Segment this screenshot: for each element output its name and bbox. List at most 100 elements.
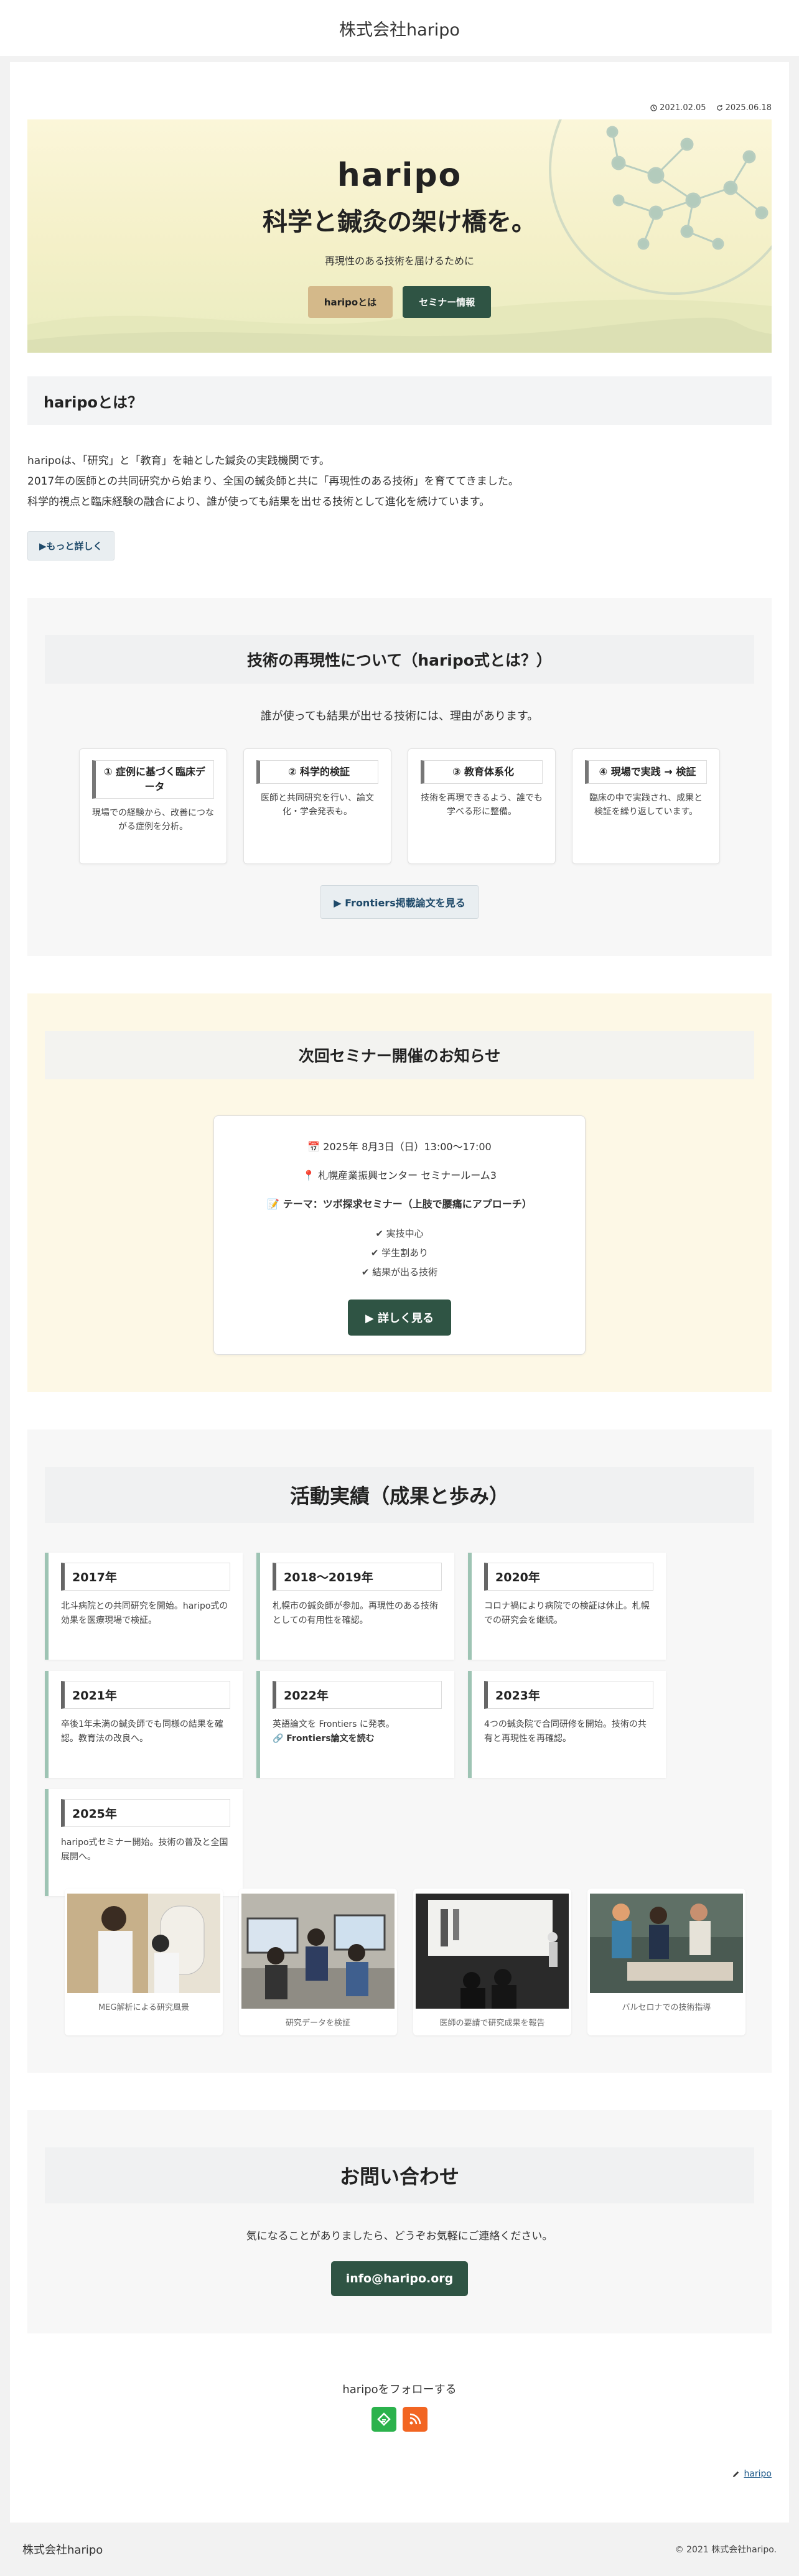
site-header: 株式会社haripo — [0, 0, 799, 56]
photo-caption: MEG解析による研究風景 — [98, 2003, 190, 2012]
tech-card: ① 症例に基づく臨床データ 現場での経験から、改善につながる症例を分析。 — [79, 748, 227, 864]
about-text: haripoは、「研究」と「教育」を軸とした鍼灸の実践機関です。 2017年の医… — [27, 451, 772, 513]
photo-caption: バルセロナでの技術指導 — [622, 2003, 711, 2012]
history-card: 2021年 卒後1年未満の鍼灸師でも同様の結果を確認。教育法の改良へ。 — [45, 1671, 243, 1778]
history-body: 卒後1年未満の鍼灸師でも同様の結果を確認。教育法の改良へ。 — [61, 1719, 223, 1744]
history-card: 2023年 4つの鍼灸院で合同研修を開始。技術の共有と再現性を再確認。 — [468, 1671, 666, 1778]
tech-cards: ① 症例に基づく臨床データ 現場での経験から、改善につながる症例を分析。 ② 科… — [45, 748, 754, 864]
email-button[interactable]: info@haripo.org — [330, 2261, 469, 2296]
clock-icon — [650, 104, 657, 111]
history-body: 英語論文を Frontiers に発表。 — [273, 1719, 395, 1729]
photo-caption: 医師の要請で研究成果を報告 — [439, 2019, 545, 2028]
history-card: 2020年 コロナ禍により病院での検証は休止。札幌での研究会を継続。 — [468, 1553, 666, 1660]
research-photo — [67, 1894, 220, 1993]
history-body: 札幌市の鍼灸師が参加。再現性のある技術としての有用性を確認。 — [273, 1601, 438, 1625]
tech-card: ④ 現場で実践 → 検証 臨床の中で実践され、成果と検証を繰り返しています。 — [572, 748, 720, 864]
rss-icon[interactable] — [403, 2407, 428, 2432]
contact-lead: 気になることがありましたら、どうぞお気軽にご連絡ください。 — [246, 2230, 553, 2243]
pencil-icon — [733, 2471, 739, 2477]
history-timeline: 2017年 北斗病院との共同研究を開始。haripo式の効果を医療現場で検証。 … — [45, 1553, 754, 1896]
history-card: 2022年 英語論文を Frontiers に発表。 🔗 Frontiers論文… — [256, 1671, 454, 1778]
tech-section: 技術の再現性について（haripo式とは？） 誰が使っても結果が出せる技術には、… — [27, 598, 772, 956]
frontiers-paper-link[interactable]: 🔗 Frontiers論文を読む — [273, 1734, 375, 1744]
author-link[interactable]: haripo — [744, 2469, 772, 2479]
follow-label: haripoをフォローする — [342, 2383, 457, 2396]
tech-heading: 技術の再現性について（haripo式とは？） — [45, 635, 754, 684]
tech-card: ③ 教育体系化 技術を再現できるよう、誰でも学べる形に整備。 — [408, 748, 556, 864]
hero-buttons: haripoとは セミナー情報 — [307, 286, 492, 318]
history-body: 4つの鍼灸院で合同研修を開始。技術の共有と再現性を再確認。 — [484, 1719, 647, 1744]
refresh-icon — [716, 105, 722, 111]
seminar-details-button[interactable]: ▶ 詳しく見る — [347, 1300, 452, 1336]
tech-card-body: 医師と共同研究を行い、論文化・学会発表も。 — [261, 793, 374, 817]
site-title-link[interactable]: 株式会社haripo — [339, 16, 460, 40]
more-details-button[interactable]: ▶もっと詳しく — [27, 531, 114, 560]
history-heading: 活動実績（成果と歩み） — [45, 1467, 754, 1523]
barcelona-training-photo — [590, 1894, 743, 1993]
about-line: 2017年の医師との共同研究から始まり、全国の鍼灸師と共に「再現性のある技術」を… — [27, 475, 519, 488]
about-line: 科学的視点と臨床経験の融合により、誰が使っても結果を出せる技術として進化を続けて… — [27, 496, 490, 508]
about-heading: haripoとは？ — [27, 376, 772, 425]
tech-card-title: ② 科学的検証 — [256, 760, 378, 784]
seminar-card: 📅 2025年 8月3日（日）13:00〜17:00 📍 札幌産業振興センター … — [213, 1115, 586, 1355]
tech-card-body: 技術を再現できるよう、誰でも学べる形に整備。 — [421, 793, 543, 817]
tech-card-body: 臨床の中で実践され、成果と検証を繰り返しています。 — [589, 793, 703, 817]
history-card: 2025年 haripo式セミナー開始。技術の普及と全国展開へ。 — [45, 1789, 243, 1896]
history-year: 2021年 — [61, 1681, 230, 1709]
tech-card-title: ④ 現場で実践 → 検証 — [585, 760, 707, 784]
hero-banner: haripo 科学と鍼灸の架け橋を。 再現性のある技術を届けるために harip… — [27, 119, 772, 353]
presentation-photo — [416, 1894, 569, 2009]
photo-card: バルセロナでの技術指導 — [587, 1889, 745, 2035]
tech-lead: 誰が使っても結果が出せる技術には、理由があります。 — [260, 710, 539, 723]
seminar-theme: 📝 テーマ：ツボ探求セミナー（上肢で腰痛にアプローチ） — [267, 1198, 532, 1210]
hero-subtitle: 科学と鍼灸の架け橋を。 — [263, 208, 536, 236]
history-year: 2023年 — [484, 1681, 653, 1709]
seminar-feature: ✔ 実技中心 — [375, 1228, 424, 1239]
seminar-features: ✔ 実技中心 ✔ 学生割あり ✔ 結果が出る技術 — [227, 1224, 572, 1282]
photo-card: 医師の要請で研究成果を報告 — [413, 1889, 571, 2035]
about-button[interactable]: haripoとは — [307, 286, 393, 318]
frontiers-paper-button[interactable]: ▶ Frontiers掲載論文を見る — [320, 885, 479, 919]
tech-card-title: ③ 教育体系化 — [421, 760, 543, 784]
photo-gallery: MEG解析による研究風景 研究データを検証 医師の要請で研究成果を報告 バルセロ… — [45, 1889, 754, 2035]
tech-card-title: ① 症例に基づく臨床データ — [92, 760, 214, 799]
photo-card: MEG解析による研究風景 — [65, 1889, 223, 2035]
history-year: 2018〜2019年 — [273, 1563, 442, 1591]
seminar-place: 📍 札幌産業振興センター セミナールーム3 — [302, 1169, 497, 1181]
author-info: haripo — [27, 2469, 772, 2479]
history-card: 2018〜2019年 札幌市の鍼灸師が参加。再現性のある技術としての有用性を確認… — [256, 1553, 454, 1660]
seminar-heading: 次回セミナー開催のお知らせ — [45, 1031, 754, 1079]
history-year: 2025年 — [61, 1799, 230, 1827]
published-date: 2021.02.05 — [650, 103, 706, 113]
main-content: 2021.02.05 2025.06.18 haripo 科学と鍼灸の架け橋を。… — [10, 62, 789, 2523]
social-links — [27, 2407, 772, 2432]
history-body: haripo式セミナー開始。技術の普及と全国展開へ。 — [61, 1838, 228, 1862]
updated-date: 2025.06.18 — [716, 103, 772, 113]
contact-section: お問い合わせ 気になることがありましたら、どうぞお気軽にご連絡ください。 inf… — [27, 2110, 772, 2333]
photo-caption: 研究データを検証 — [285, 2019, 350, 2028]
contact-heading: お問い合わせ — [45, 2147, 754, 2203]
seminar-feature: ✔ 結果が出る技術 — [361, 1267, 438, 1278]
post-dates: 2021.02.05 2025.06.18 — [27, 98, 772, 117]
history-year: 2022年 — [273, 1681, 442, 1709]
seminar-feature: ✔ 学生割あり — [370, 1247, 429, 1258]
data-review-photo — [241, 1894, 395, 2009]
about-line: haripoは、「研究」と「教育」を軸とした鍼灸の実践機関です。 — [27, 455, 330, 467]
site-footer: 株式会社haripo © 2021 株式会社haripo. — [0, 2523, 799, 2576]
history-year: 2017年 — [61, 1563, 230, 1591]
history-year: 2020年 — [484, 1563, 653, 1591]
history-card: 2017年 北斗病院との共同研究を開始。haripo式の効果を医療現場で検証。 — [45, 1553, 243, 1660]
history-body: 北斗病院との共同研究を開始。haripo式の効果を医療現場で検証。 — [61, 1601, 228, 1625]
feedly-icon[interactable] — [371, 2407, 396, 2432]
history-section: 活動実績（成果と歩み） 2017年 北斗病院との共同研究を開始。haripo式の… — [27, 1430, 772, 2073]
seminar-date: 📅 2025年 8月3日（日）13:00〜17:00 — [307, 1141, 492, 1153]
hero-title: haripo — [337, 157, 462, 194]
seminar-section: 次回セミナー開催のお知らせ 📅 2025年 8月3日（日）13:00〜17:00… — [27, 993, 772, 1392]
copyright: © 2021 株式会社haripo. — [675, 2545, 777, 2555]
history-body: コロナ禍により病院での検証は休止。札幌での研究会を継続。 — [484, 1601, 650, 1625]
footer-site-title[interactable]: 株式会社haripo — [22, 2541, 103, 2557]
seminar-button[interactable]: セミナー情報 — [403, 286, 492, 318]
tech-card-body: 現場での経験から、改善につながる症例を分析。 — [92, 808, 214, 832]
tech-card: ② 科学的検証 医師と共同研究を行い、論文化・学会発表も。 — [243, 748, 391, 864]
photo-card: 研究データを検証 — [239, 1889, 397, 2035]
